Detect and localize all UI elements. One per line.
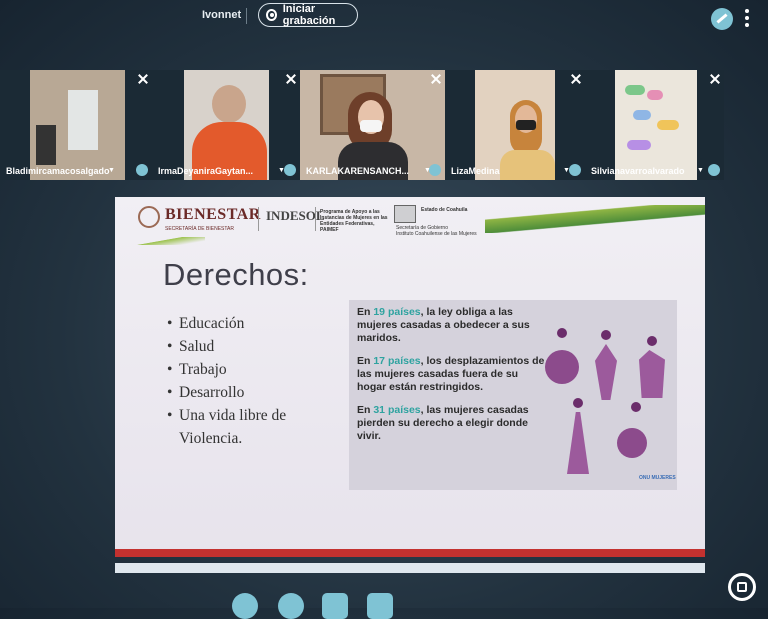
mic-status-icon — [569, 164, 581, 176]
divider — [315, 207, 316, 231]
slide-bottom-bar — [115, 549, 705, 557]
secretaria-text: Secretaría de Gobierno Instituto Coahuil… — [396, 225, 477, 237]
participant-name: IrmaDeyaniraGaytan... — [158, 166, 254, 176]
start-recording-button[interactable]: Iniciar grabación — [258, 3, 358, 27]
bienestar-subtitle: SECRETARÍA DE BIENESTAR — [165, 226, 234, 232]
screen-share-icon[interactable] — [367, 593, 393, 619]
expand-icon[interactable] — [431, 74, 441, 84]
divider — [258, 207, 259, 231]
mic-icon[interactable] — [232, 593, 258, 619]
participant-name: LizaMedina — [451, 166, 500, 176]
home-icon[interactable] — [728, 573, 756, 601]
participant-strip: Bladimircamacosalgado ▼ IrmaDeyaniraGayt… — [0, 70, 724, 180]
slide-header: BIENESTAR SECRETARÍA DE BIENESTAR INDESO… — [115, 197, 705, 245]
expand-icon[interactable] — [710, 74, 720, 84]
list-item: Salud — [167, 335, 317, 358]
shared-slide: BIENESTAR SECRETARÍA DE BIENESTAR INDESO… — [115, 197, 705, 557]
record-label: Iniciar grabación — [282, 3, 336, 27]
slide-title: Derechos: — [163, 257, 309, 292]
edit-icon[interactable] — [711, 8, 733, 30]
participant-tile[interactable]: Silvianavarroalvarado ▼ — [585, 70, 724, 180]
participant-name: KARLAKARENSANCH... — [306, 166, 409, 176]
record-icon — [266, 9, 277, 21]
fact-paragraph: En 31 países, las mujeres casadas pierde… — [357, 404, 529, 442]
participant-tile[interactable]: Bladimircamacosalgado ▼ — [0, 70, 152, 180]
participant-name: Silvianavarroalvarado — [591, 166, 685, 176]
shared-taskbar — [115, 563, 705, 573]
paimef-text: Programa de Apoyo a las Instancias de Mu… — [320, 209, 388, 233]
facts-text: En 19 países, la ley obliga a las mujere… — [357, 306, 547, 453]
mic-status-icon — [708, 164, 720, 176]
women-illustration — [539, 320, 674, 480]
fact-paragraph: En 17 países, los desplazamientos de las… — [357, 355, 545, 393]
expand-icon[interactable] — [138, 74, 148, 84]
decorative-swoosh — [135, 237, 205, 245]
rights-list: Educación Salud Trabajo Desarrollo Una v… — [167, 312, 317, 450]
expand-icon[interactable] — [286, 74, 296, 84]
list-item: Desarrollo — [167, 381, 317, 404]
bienestar-logo: BIENESTAR — [165, 206, 261, 223]
divider — [246, 8, 247, 24]
expand-icon[interactable] — [571, 74, 581, 84]
user-name: Ivonnet — [202, 9, 242, 21]
participant-name: Bladimircamacosalgado — [6, 166, 110, 176]
mic-status-icon — [284, 164, 296, 176]
chevron-down-icon[interactable]: ▼ — [108, 167, 115, 174]
participant-tile[interactable]: KARLAKARENSANCH... ▼ — [300, 70, 445, 180]
participant-tile[interactable]: LizaMedina ▼ — [445, 70, 585, 180]
mic-status-icon — [136, 164, 148, 176]
info-box: En 19 países, la ley obliga a las mujere… — [349, 300, 677, 490]
mic-status-icon — [429, 164, 441, 176]
government-seal-icon — [138, 206, 160, 228]
participant-tile[interactable]: IrmaDeyaniraGaytan... ▼ — [152, 70, 300, 180]
list-item: Trabajo — [167, 358, 317, 381]
estado-text: Estado de Coahuila — [421, 207, 468, 213]
more-options-icon[interactable] — [745, 9, 749, 27]
list-item: Una vida libre de Violencia. — [167, 404, 317, 450]
camera-icon[interactable] — [322, 593, 348, 619]
chevron-down-icon[interactable]: ▼ — [697, 167, 704, 174]
onu-mujeres-logo: ONU MUJERES — [639, 475, 676, 481]
list-item: Educación — [167, 312, 317, 335]
fact-paragraph: En 19 países, la ley obliga a las mujere… — [357, 306, 530, 344]
phone-icon[interactable] — [278, 593, 304, 619]
decorative-swoosh — [485, 205, 705, 233]
coahuila-emblem-icon — [394, 205, 416, 223]
